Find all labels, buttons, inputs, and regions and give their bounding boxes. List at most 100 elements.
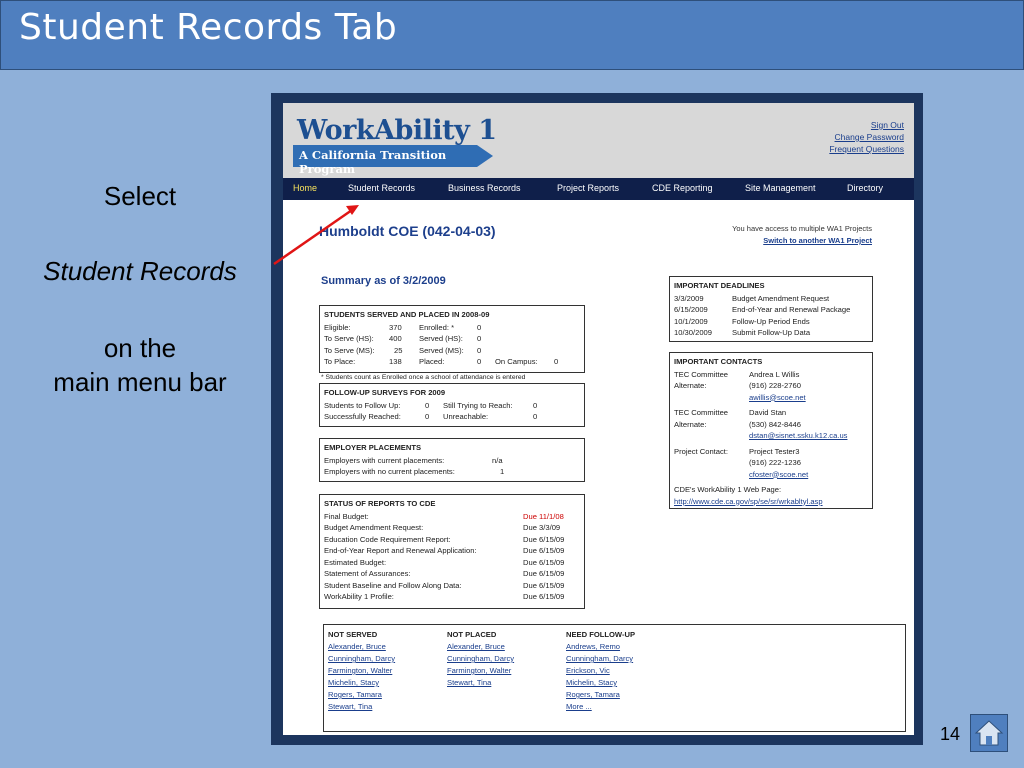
column-title: NEED FOLLOW-UP [566,630,636,639]
contact-row: TEC Committee Andrea L Willis [674,369,868,381]
value: 0 [477,322,482,332]
student-link[interactable]: Michelin, Stacy [566,677,635,689]
report-name: WorkAbility 1 Profile: [324,592,394,601]
report-due: Due 6/15/09 [523,546,565,555]
label: Placed: [419,357,445,366]
report-due: Due 3/3/09 [523,523,561,532]
value: 0 [477,357,482,366]
contact-email-link[interactable]: dstan@sisnet.ssku.k12.ca.us [749,430,847,442]
report-row: End-of-Year Report and Renewal Applicati… [324,545,580,557]
student-link[interactable]: Stewart, Tina [328,701,395,713]
deadline-row: 3/3/2009 Budget Amendment Request [674,293,868,305]
report-due: Due 6/15/09 [523,592,565,601]
nav-directory[interactable]: Directory [847,183,883,193]
deadlines-panel: IMPORTANT DEADLINES 3/3/2009 Budget Amend… [669,276,873,342]
nav-site-management[interactable]: Site Management [745,183,816,193]
switch-project-link[interactable]: Switch to another WA1 Project [732,235,872,247]
student-link[interactable]: Rogers, Tamara [566,689,635,701]
change-password-link[interactable]: Change Password [829,131,904,143]
report-row: Student Baseline and Follow Along Data: D… [324,580,580,592]
value: 0 [533,400,538,410]
nav-cde-reporting[interactable]: CDE Reporting [652,183,713,193]
deadline-date: 6/15/2009 [674,305,708,314]
employer-placements-panel: EMPLOYER PLACEMENTS Employers with curre… [319,438,585,482]
student-link[interactable]: Andrews, Remo [566,641,635,653]
logo-title: WorkAbility 1 [297,115,497,146]
student-link[interactable]: Erickson, Vic [566,665,635,677]
nav-project-reports[interactable]: Project Reports [557,183,619,193]
contact-phone: (530) 842-8446 [749,419,801,429]
report-name: End-of-Year Report and Renewal Applicati… [324,546,477,555]
panel-title: STUDENTS SERVED AND PLACED IN 2008-09 [324,310,490,319]
student-link[interactable]: Farmington, Walter [447,665,514,677]
panel-title: STATUS OF REPORTS TO CDE [324,499,436,508]
column-title: NOT PLACED [447,630,497,639]
report-row: Final Budget: Due 11/1/08 [324,511,580,523]
deadline-name: End-of-Year and Renewal Package [732,305,851,314]
value: 1 [500,467,505,476]
value: 400 [389,334,402,343]
value: 25 [394,345,403,355]
report-row: Education Code Requirement Report: Due 6/… [324,534,580,546]
deadline-name: Budget Amendment Request [732,293,830,303]
contact-phone: (916) 222-1236 [749,458,801,467]
value: 0 [425,412,430,421]
student-link[interactable]: Michelin, Stacy [328,677,395,689]
contact-email-link[interactable]: cfoster@scoe.net [749,469,808,481]
report-due: Due 6/15/09 [523,569,565,578]
student-link[interactable]: Cunningham, Darcy [447,653,514,665]
served-row: To Serve (HS): 400 Served (HS): 0 [324,333,580,345]
nav-student-records[interactable]: Student Records [348,183,415,193]
report-name: Estimated Budget: [324,557,387,567]
report-row: Budget Amendment Request: Due 3/3/09 [324,522,580,534]
contact-email-link[interactable]: awillis@scoe.net [749,392,806,404]
report-name: Education Code Requirement Report: [324,534,451,544]
contact-label: Alternate: [674,381,707,390]
report-due: Due 6/15/09 [523,580,565,590]
workability-logo: WorkAbility 1 A California Transition Pr… [293,115,503,176]
report-row: Statement of Assurances: Due 6/15/09 [324,568,580,580]
student-link[interactable]: Alexander, Bruce [447,641,514,653]
callout-line-3: on the [103,333,177,363]
callout-line-1: Select [103,181,177,211]
panel-title: IMPORTANT DEADLINES [674,281,765,290]
nav-home[interactable]: Home [293,183,317,193]
home-icon [974,720,1004,746]
contact-row: dstan@sisnet.ssku.k12.ca.us [674,430,868,442]
report-name: Final Budget: [324,511,369,521]
header-links: Sign Out Change Password Frequent Questi… [829,119,904,155]
student-link[interactable]: Cunningham, Darcy [566,653,635,665]
served-row: To Serve (MS): 25 Served (MS): 0 [324,345,580,357]
student-link[interactable]: Rogers, Tamara [328,689,395,701]
callout-line-2: Student Records [43,256,237,286]
student-link[interactable]: Cunningham, Darcy [328,653,395,665]
nav-business-records[interactable]: Business Records [448,183,521,193]
label: To Place: [324,357,356,366]
more-link[interactable]: More ... [566,701,635,713]
panel-title: IMPORTANT CONTACTS [674,357,763,366]
label: Eligible: [324,322,351,332]
contact-row: http://www.cde.ca.gov/sp/se/sr/wrkabltyl… [674,496,868,508]
contact-name: Project Tester3 [749,446,800,456]
deadline-date: 3/3/2009 [674,293,704,303]
main-menu-bar: Home Student Records Business Records Pr… [283,178,914,200]
student-link[interactable]: Farmington, Walter [328,665,395,677]
employer-row: Employers with no current placements: 1 [324,466,580,478]
report-name: Budget Amendment Request: [324,523,424,532]
home-button[interactable] [970,714,1008,752]
contact-phone: (916) 228-2760 [749,381,801,390]
student-link[interactable]: Stewart, Tina [447,677,514,689]
reports-status-panel: STATUS OF REPORTS TO CDE Final Budget: Du… [319,494,585,609]
contact-label: TEC Committee [674,369,729,379]
served-row: To Place: 138 Placed: 0 On Campus: 0 [324,356,580,368]
enrolled-footnote: * Students count as Enrolled once a scho… [321,374,526,381]
callout-line-4: main menu bar [53,367,227,397]
contact-row: Project Contact: Project Tester3 [674,446,868,458]
employer-row: Employers with current placements: n/a [324,455,580,467]
panel-title: EMPLOYER PLACEMENTS [324,443,422,452]
web-page-link[interactable]: http://www.cde.ca.gov/sp/se/sr/wrkabltyl… [674,496,823,508]
sign-out-link[interactable]: Sign Out [829,119,904,131]
label: Enrolled: * [419,322,455,332]
frequent-questions-link[interactable]: Frequent Questions [829,143,904,155]
student-link[interactable]: Alexander, Bruce [328,641,395,653]
